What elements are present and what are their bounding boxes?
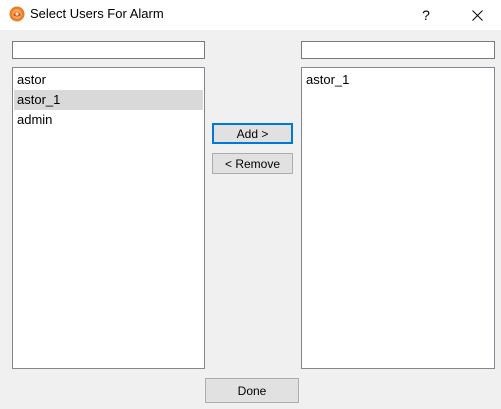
dialog-title: Select Users For Alarm: [30, 6, 164, 21]
remove-button[interactable]: < Remove: [212, 153, 293, 174]
list-item-assigned-user[interactable]: astor_1: [303, 70, 493, 90]
select-users-dialog: Select Users For Alarm ? astor astor_1 a…: [0, 0, 501, 409]
assigned-users-list[interactable]: astor_1: [301, 67, 495, 369]
available-users-list[interactable]: astor astor_1 admin: [12, 67, 205, 369]
close-icon: [471, 9, 483, 21]
app-icon: [9, 6, 25, 22]
list-item-available-user[interactable]: astor: [14, 70, 203, 90]
done-button[interactable]: Done: [205, 378, 299, 403]
help-button[interactable]: ?: [409, 0, 443, 30]
list-item-available-user[interactable]: astor_1: [14, 90, 203, 110]
list-item-available-user[interactable]: admin: [14, 110, 203, 130]
available-users-filter-input[interactable]: [12, 41, 205, 59]
assigned-users-filter-input[interactable]: [301, 41, 495, 59]
close-button[interactable]: [460, 0, 494, 30]
add-button[interactable]: Add >: [212, 123, 293, 144]
title-bar[interactable]: Select Users For Alarm ?: [0, 0, 501, 30]
